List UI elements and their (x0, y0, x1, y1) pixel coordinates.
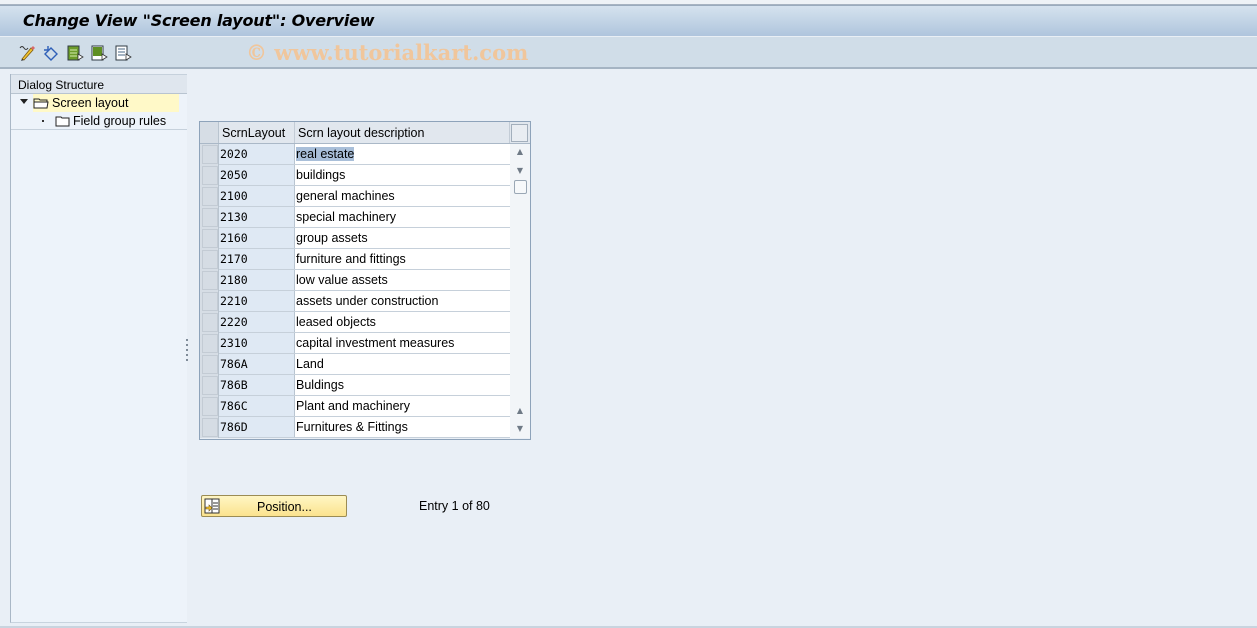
tree-node-screen-layout[interactable]: Screen layout (11, 94, 187, 112)
cell-description[interactable]: Plant and machinery (295, 396, 510, 416)
scroll-down-icon[interactable]: ▼ (514, 166, 526, 180)
table-row[interactable]: 2100 general machines (200, 186, 510, 207)
row-select-button[interactable] (202, 313, 218, 332)
row-select-button[interactable] (202, 292, 218, 311)
cell-description[interactable]: furniture and fittings (295, 249, 510, 269)
deselect-all-icon[interactable] (114, 44, 132, 62)
cell-description[interactable]: general machines (295, 186, 510, 206)
table-row[interactable]: 2220 leased objects (200, 312, 510, 333)
row-select-button[interactable] (202, 355, 218, 374)
table-row[interactable]: 2020 real estate (200, 144, 510, 165)
row-select-button[interactable] (202, 208, 218, 227)
open-folder-icon (33, 97, 49, 109)
scroll-up-icon[interactable]: ▲ (514, 147, 526, 161)
cell-description[interactable]: real estate (295, 144, 510, 164)
table-row[interactable]: 786C Plant and machinery (200, 396, 510, 417)
row-select-button[interactable] (202, 250, 218, 269)
folder-icon (55, 115, 71, 127)
cell-description[interactable]: capital investment measures (295, 333, 510, 353)
position-button[interactable]: Position... (201, 495, 347, 517)
cell-description[interactable]: special machinery (295, 207, 510, 227)
cell-description[interactable]: low value assets (295, 270, 510, 290)
cell-scrnlayout[interactable]: 786D (219, 417, 295, 437)
row-select-button[interactable] (202, 166, 218, 185)
scroll-page-down-icon[interactable]: ▼ (514, 424, 526, 438)
column-settings-button[interactable] (511, 124, 528, 142)
watermark: © www.tutorialkart.com (246, 40, 529, 65)
panel-splitter-handle[interactable] (186, 339, 189, 364)
table-row[interactable]: 2160 group assets (200, 228, 510, 249)
table-row[interactable]: 786D Furnitures & Fittings (200, 417, 510, 438)
cell-description[interactable]: leased objects (295, 312, 510, 332)
cell-scrnlayout[interactable]: 2170 (219, 249, 295, 269)
tree-node-field-group-rules[interactable]: Field group rules (11, 112, 187, 130)
cell-description[interactable]: Land (295, 354, 510, 374)
cell-scrnlayout[interactable]: 2210 (219, 291, 295, 311)
cell-description[interactable]: group assets (295, 228, 510, 248)
display-change-icon[interactable] (18, 44, 36, 62)
cell-description[interactable]: Buldings (295, 375, 510, 395)
entry-counter: Entry 1 of 80 (419, 499, 490, 513)
selected-text[interactable]: real estate (296, 147, 355, 161)
undo-icon[interactable] (42, 44, 60, 62)
row-select-button[interactable] (202, 187, 218, 206)
bullet-icon (42, 120, 44, 122)
select-all-icon[interactable] (66, 44, 84, 62)
cell-scrnlayout[interactable]: 2100 (219, 186, 295, 206)
tree-item-label: Field group rules (73, 114, 167, 128)
cell-scrnlayout[interactable]: 2220 (219, 312, 295, 332)
cell-description[interactable]: Furnitures & Fittings (295, 417, 510, 437)
cell-scrnlayout[interactable]: 2050 (219, 165, 295, 185)
position-icon (204, 498, 220, 514)
cell-description[interactable]: buildings (295, 165, 510, 185)
cell-description[interactable]: assets under construction (295, 291, 510, 311)
dialog-structure-panel: Dialog Structure Screen layout Field gro… (10, 74, 187, 623)
cell-scrnlayout[interactable]: 2020 (219, 144, 295, 164)
cell-scrnlayout[interactable]: 2160 (219, 228, 295, 248)
row-select-button[interactable] (202, 376, 218, 395)
row-select-button[interactable] (202, 418, 218, 437)
table-row[interactable]: 2050 buildings (200, 165, 510, 186)
table-row[interactable]: 2210 assets under construction (200, 291, 510, 312)
row-select-button[interactable] (202, 145, 218, 164)
scrollbar-thumb[interactable] (514, 180, 527, 194)
application-toolbar: © www.tutorialkart.com (0, 36, 1257, 69)
table-row[interactable]: 2310 capital investment measures (200, 333, 510, 354)
row-select-button[interactable] (202, 397, 218, 416)
scroll-page-up-icon[interactable]: ▲ (514, 406, 526, 420)
row-select-button[interactable] (202, 229, 218, 248)
cell-scrnlayout[interactable]: 2310 (219, 333, 295, 353)
table-header: ScrnLayout Scrn layout description (200, 122, 530, 144)
select-all-rows-button[interactable] (200, 122, 219, 143)
tree-item-label: Screen layout (52, 96, 129, 110)
cell-scrnlayout[interactable]: 2180 (219, 270, 295, 290)
screen-layout-table: ScrnLayout Scrn layout description 2020 r… (199, 121, 531, 440)
table-row[interactable]: 2170 furniture and fittings (200, 249, 510, 270)
expand-triangle-icon[interactable] (20, 99, 28, 104)
row-select-button[interactable] (202, 334, 218, 353)
page-title: Change View "Screen layout": Overview (23, 11, 375, 30)
main-content: Dialog Structure Screen layout Field gro… (0, 69, 1257, 628)
table-row[interactable]: 2180 low value assets (200, 270, 510, 291)
cell-scrnlayout[interactable]: 786C (219, 396, 295, 416)
title-bar: Change View "Screen layout": Overview (0, 5, 1257, 36)
table-row[interactable]: 786A Land (200, 354, 510, 375)
column-header-scrnlayout[interactable]: ScrnLayout (219, 122, 295, 143)
row-select-button[interactable] (202, 271, 218, 290)
vertical-scrollbar[interactable]: ▲ ▼ ▲ ▼ (510, 144, 530, 438)
dialog-structure-header: Dialog Structure (11, 74, 187, 94)
table-row[interactable]: 786B Buldings (200, 375, 510, 396)
column-header-description[interactable]: Scrn layout description (295, 122, 510, 143)
cell-scrnlayout[interactable]: 2130 (219, 207, 295, 227)
select-block-icon[interactable] (90, 44, 108, 62)
cell-scrnlayout[interactable]: 786A (219, 354, 295, 374)
cell-scrnlayout[interactable]: 786B (219, 375, 295, 395)
position-button-label: Position... (257, 500, 312, 514)
table-row[interactable]: 2130 special machinery (200, 207, 510, 228)
